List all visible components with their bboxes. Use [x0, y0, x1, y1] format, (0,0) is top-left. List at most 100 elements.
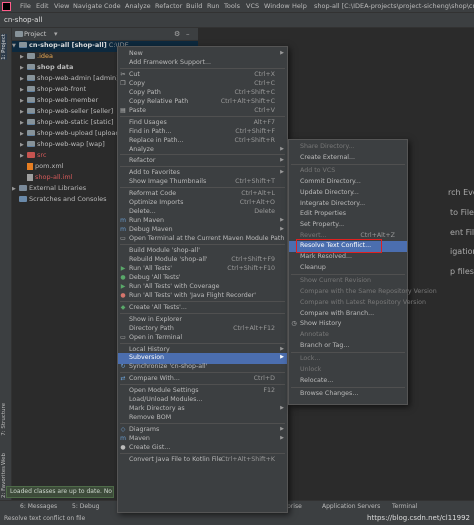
chevron-right-icon[interactable]: ▶: [20, 98, 27, 104]
chevron-right-icon[interactable]: ▶: [20, 87, 27, 93]
chevron-right-icon[interactable]: ▶: [20, 76, 27, 82]
menu-item-set-property[interactable]: Set Property...: [289, 220, 407, 231]
tree-row[interactable]: shop-all.iml: [27, 173, 73, 184]
menu-edit[interactable]: Edit: [36, 2, 49, 10]
tab-enterprise[interactable]: prise: [287, 503, 302, 510]
chevron-right-icon[interactable]: ▶: [20, 120, 27, 126]
tab-application-servers[interactable]: Application Servers: [322, 503, 380, 510]
tab-structure[interactable]: 7: Structure: [1, 403, 7, 436]
breadcrumb[interactable]: cn-shop-all: [4, 16, 42, 24]
notification-balloon[interactable]: Loaded classes are up to date. No: [6, 486, 114, 498]
chevron-right-icon[interactable]: ▶: [20, 54, 27, 60]
menu-item-label: Copy: [129, 79, 145, 87]
menu-item-edit-properties[interactable]: Edit Properties: [289, 209, 407, 220]
menu-item-label: Annotate: [300, 330, 329, 338]
menu-separator: [120, 187, 285, 189]
menu-item-label: Copy Relative Path: [129, 97, 189, 105]
chevron-down-icon[interactable]: ▾: [54, 30, 58, 38]
menu-file[interactable]: File: [20, 2, 31, 10]
tree-row[interactable]: ▶ shop-web-front: [20, 85, 86, 96]
menu-item-convert-java-file-to-kotlin-file[interactable]: Convert Java File to Kotlin File Ctrl+Alt…: [118, 455, 287, 466]
menu-item-label: Compare with the Same Repository Version: [300, 288, 437, 296]
menu-item-browse-changes[interactable]: Browse Changes...: [289, 389, 407, 400]
menu-tools[interactable]: Tools: [224, 2, 240, 10]
menu-item-label: New: [129, 50, 143, 57]
chevron-right-icon[interactable]: ▶: [20, 65, 27, 71]
menu-item-label: Create Gist...: [129, 444, 171, 451]
menu-item-mark-resolved[interactable]: Mark Resolved...: [289, 252, 407, 263]
terminal-icon: ▭: [120, 235, 126, 243]
tree-row[interactable]: ▶ shop-web-upload [upload: [20, 129, 120, 140]
menu-item-relocate[interactable]: Relocate...: [289, 376, 407, 387]
chevron-right-icon[interactable]: ▶: [20, 142, 27, 148]
tab-messages[interactable]: 6: Messages: [20, 503, 57, 510]
editor-hint: igation Ba: [450, 247, 474, 256]
menu-item-show-history[interactable]: ◷ Show History: [289, 319, 407, 330]
tab-debug[interactable]: 5: Debug: [72, 503, 99, 510]
module-folder-icon: [27, 119, 35, 125]
status-text: Resolve text conflict on file: [4, 515, 86, 522]
tab-web[interactable]: Web: [1, 453, 7, 465]
menu-analyze[interactable]: Analyze: [125, 2, 151, 10]
context-menu: New ▶ Add Framework Support... ✂ Cut Ctrl+X ❐ C…: [117, 46, 288, 513]
maven-icon: m: [120, 226, 126, 234]
project-view-selector[interactable]: Project: [24, 30, 46, 38]
minimize-icon[interactable]: –: [186, 30, 190, 38]
gear-icon[interactable]: ⚙: [174, 30, 180, 38]
menu-navigate[interactable]: Navigate: [73, 2, 102, 10]
menu-item-branch-or-tag[interactable]: Branch or Tag...: [289, 341, 407, 352]
tree-row[interactable]: pom.xml: [27, 162, 64, 173]
menu-run[interactable]: Run: [207, 2, 219, 10]
chevron-right-icon[interactable]: ▶: [20, 109, 27, 115]
menu-item-compare-with-branch[interactable]: Compare with Branch...: [289, 309, 407, 320]
menu-code[interactable]: Code: [104, 2, 121, 10]
menu-item-integrate-directory[interactable]: Integrate Directory...: [289, 199, 407, 210]
left-tool-strip: 1: Project 7: Structure Web 2: Favorites: [0, 28, 12, 513]
menu-refactor[interactable]: Refactor: [155, 2, 182, 10]
tree-row[interactable]: ▶ shop-web-seller [seller]: [20, 107, 113, 118]
coverage-icon: ▶: [120, 282, 126, 290]
tab-project[interactable]: 1: Project: [1, 34, 7, 60]
tree-row[interactable]: ▶ External Libraries: [12, 184, 86, 195]
menu-item-commit-directory[interactable]: Commit Directory...: [289, 177, 407, 188]
menu-window[interactable]: Window: [264, 2, 290, 10]
create-icon: ◆: [120, 303, 126, 311]
menu-item-label: Optimize Imports: [129, 199, 184, 207]
menu-view[interactable]: View: [54, 2, 69, 10]
menu-item-label: Integrate Directory...: [300, 199, 366, 207]
menu-item-label: Subversion: [129, 354, 165, 362]
tree-row[interactable]: ▶ shop-web-member: [20, 96, 98, 107]
tree-row[interactable]: ▶ shop data: [20, 63, 73, 74]
menu-separator: [120, 244, 285, 245]
tree-row[interactable]: ▶ src: [20, 151, 47, 162]
menu-item-annotate: Annotate: [289, 330, 407, 341]
menu-item-label: Cut: [129, 70, 140, 78]
menu-item-label: Mark Directory as: [129, 405, 185, 413]
menu-build[interactable]: Build: [186, 2, 202, 10]
module-folder-icon: [27, 130, 35, 136]
chevron-right-icon[interactable]: ▶: [20, 153, 27, 159]
menu-item-compare-with-latest-repository-version: Compare with Latest Repository Version: [289, 298, 426, 309]
menu-vcs[interactable]: VCS: [246, 2, 259, 10]
tree-row[interactable]: ▶ shop-web-admin [admin]: [20, 74, 119, 85]
menu-item-cleanup[interactable]: Cleanup: [289, 263, 407, 274]
chevron-down-icon[interactable]: ▼: [12, 43, 19, 49]
tree-row[interactable]: ▶ shop-web-wap [wap]: [20, 140, 105, 151]
menu-item-label: Mark Resolved...: [300, 253, 352, 260]
tree-row[interactable]: ▶ .idea: [20, 52, 53, 63]
menu-help[interactable]: Help: [292, 2, 307, 10]
menu-item-label: Reformat Code: [129, 190, 177, 198]
menu-item-update-directory[interactable]: Update Directory...: [289, 188, 407, 199]
menu-item-shortcut: F12: [263, 387, 275, 395]
chevron-right-icon[interactable]: ▶: [20, 131, 27, 137]
chevron-right-icon[interactable]: ▶: [12, 186, 19, 192]
menu-separator: [120, 423, 285, 425]
menu-item-label: Local History: [129, 345, 170, 353]
menu-item-shortcut: Ctrl+Shift+F9: [231, 255, 275, 263]
menu-item-label: Build Module 'shop-all': [129, 247, 200, 254]
menu-item-create-external[interactable]: Create External...: [289, 153, 407, 164]
tab-terminal[interactable]: Terminal: [392, 503, 417, 510]
tree-row[interactable]: Scratches and Consoles: [19, 195, 107, 206]
tree-row[interactable]: ▶ shop-web-static [static]: [20, 118, 114, 129]
folder-icon: [15, 31, 23, 37]
